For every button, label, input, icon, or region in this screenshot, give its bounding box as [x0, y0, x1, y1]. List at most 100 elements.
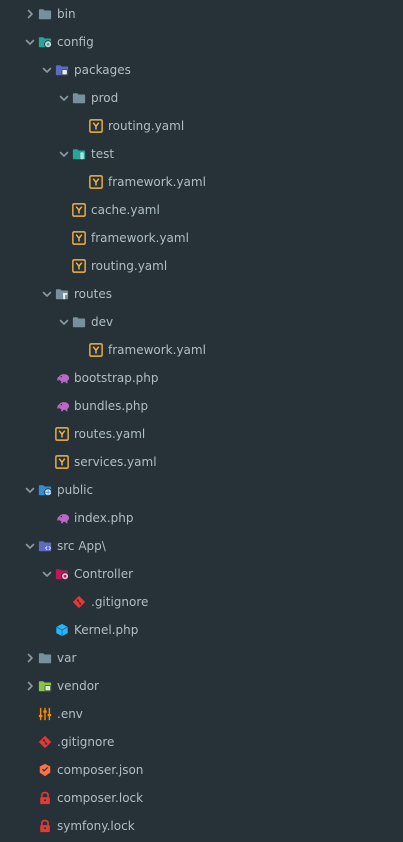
yaml-icon [55, 455, 69, 469]
tree-file-row[interactable]: composer.json [0, 756, 403, 784]
chevron-down-icon[interactable] [58, 92, 70, 104]
folder-icon [72, 91, 86, 105]
env-sliders-icon [38, 707, 52, 721]
tree-folder-row[interactable]: var [0, 644, 403, 672]
tree-file-row[interactable]: cache.yaml [0, 196, 403, 224]
php-elephant-icon [55, 511, 70, 525]
tree-item-label: vendor [57, 679, 99, 693]
chevron-down-icon[interactable] [41, 64, 53, 76]
chevron-right-icon[interactable] [24, 680, 36, 692]
tree-item-label: framework.yaml [108, 343, 206, 357]
controller-folder-icon [55, 567, 69, 581]
tree-item-label: test [91, 147, 115, 161]
yaml-icon [72, 259, 86, 273]
tree-item-label: Controller [74, 567, 134, 581]
tree-item-label: routing.yaml [91, 259, 168, 273]
public-folder-icon [38, 483, 52, 497]
src-folder-icon [38, 539, 52, 553]
tree-file-row[interactable]: .gitignore [0, 728, 403, 756]
lock-icon [38, 819, 52, 833]
tree-folder-row[interactable]: dev [0, 308, 403, 336]
php-elephant-icon [55, 371, 70, 385]
tree-file-row[interactable]: framework.yaml [0, 336, 403, 364]
chevron-down-icon[interactable] [24, 540, 36, 552]
chevron-down-icon[interactable] [41, 568, 53, 580]
tree-item-label: services.yaml [74, 455, 157, 469]
routes-folder-icon [55, 287, 69, 301]
tree-file-row[interactable]: .gitignore [0, 588, 403, 616]
tree-file-row[interactable]: bootstrap.php [0, 364, 403, 392]
chevron-right-icon[interactable] [24, 652, 36, 664]
tree-folder-row[interactable]: public [0, 476, 403, 504]
tree-folder-row[interactable]: routes [0, 280, 403, 308]
tree-item-label: routes.yaml [74, 427, 146, 441]
yaml-icon [89, 343, 103, 357]
test-folder-icon [72, 147, 86, 161]
lock-icon [38, 791, 52, 805]
folder-icon [38, 7, 52, 21]
packages-folder-icon [55, 63, 69, 77]
tree-file-row[interactable]: symfony.lock [0, 812, 403, 840]
tree-item-label: bootstrap.php [74, 371, 159, 385]
project-file-tree: bin config packages prod routing.yaml test fra… [0, 0, 403, 842]
tree-item-label: index.php [74, 511, 134, 525]
tree-folder-row[interactable]: config [0, 28, 403, 56]
php-elephant-icon [55, 399, 70, 413]
yaml-icon [55, 427, 69, 441]
folder-icon [38, 651, 52, 665]
tree-item-label: .gitignore [91, 595, 149, 609]
chevron-down-icon[interactable] [58, 148, 70, 160]
tree-item-label: src App\ [57, 539, 106, 553]
tree-item-label: cache.yaml [91, 203, 160, 217]
tree-folder-row[interactable]: Controller [0, 560, 403, 588]
tree-item-label: composer.json [57, 763, 144, 777]
tree-item-label: Kernel.php [74, 623, 139, 637]
config-folder-icon [38, 35, 52, 49]
git-icon [38, 735, 52, 749]
tree-item-label: bin [57, 7, 76, 21]
chevron-down-icon[interactable] [41, 288, 53, 300]
vendor-folder-icon [38, 679, 52, 693]
tree-item-label: dev [91, 315, 114, 329]
tree-folder-row[interactable]: bin [0, 0, 403, 28]
chevron-down-icon[interactable] [58, 316, 70, 328]
tree-file-row[interactable]: composer.lock [0, 784, 403, 812]
tree-file-row[interactable]: framework.yaml [0, 168, 403, 196]
tree-file-row[interactable]: framework.yaml [0, 224, 403, 252]
kernel-cube-icon [55, 623, 69, 637]
yaml-icon [72, 203, 86, 217]
tree-file-row[interactable]: routing.yaml [0, 112, 403, 140]
chevron-right-icon[interactable] [24, 8, 36, 20]
chevron-down-icon[interactable] [24, 36, 36, 48]
tree-item-label: public [57, 483, 94, 497]
tree-file-row[interactable]: index.php [0, 504, 403, 532]
tree-item-label: composer.lock [57, 791, 144, 805]
tree-file-row[interactable]: services.yaml [0, 448, 403, 476]
tree-item-label: .gitignore [57, 735, 115, 749]
tree-file-row[interactable]: routes.yaml [0, 420, 403, 448]
composer-icon [38, 763, 52, 777]
tree-folder-row[interactable]: test [0, 140, 403, 168]
yaml-icon [72, 231, 86, 245]
git-icon [72, 595, 86, 609]
tree-item-label: framework.yaml [91, 231, 189, 245]
tree-file-row[interactable]: routing.yaml [0, 252, 403, 280]
tree-item-label: framework.yaml [108, 175, 206, 189]
tree-folder-row[interactable]: vendor [0, 672, 403, 700]
tree-item-label: packages [74, 63, 131, 77]
yaml-icon [89, 175, 103, 189]
tree-folder-row[interactable]: prod [0, 84, 403, 112]
tree-folder-row[interactable]: packages [0, 56, 403, 84]
yaml-icon [89, 119, 103, 133]
tree-folder-row[interactable]: src App\ [0, 532, 403, 560]
tree-file-row[interactable]: bundles.php [0, 392, 403, 420]
tree-file-row[interactable]: Kernel.php [0, 616, 403, 644]
tree-item-label: routing.yaml [108, 119, 185, 133]
chevron-down-icon[interactable] [24, 484, 36, 496]
tree-item-label: var [57, 651, 77, 665]
tree-item-label: config [57, 35, 94, 49]
tree-item-label: .env [57, 707, 83, 721]
tree-item-label: routes [74, 287, 112, 301]
tree-item-label: symfony.lock [57, 819, 135, 833]
tree-file-row[interactable]: .env [0, 700, 403, 728]
